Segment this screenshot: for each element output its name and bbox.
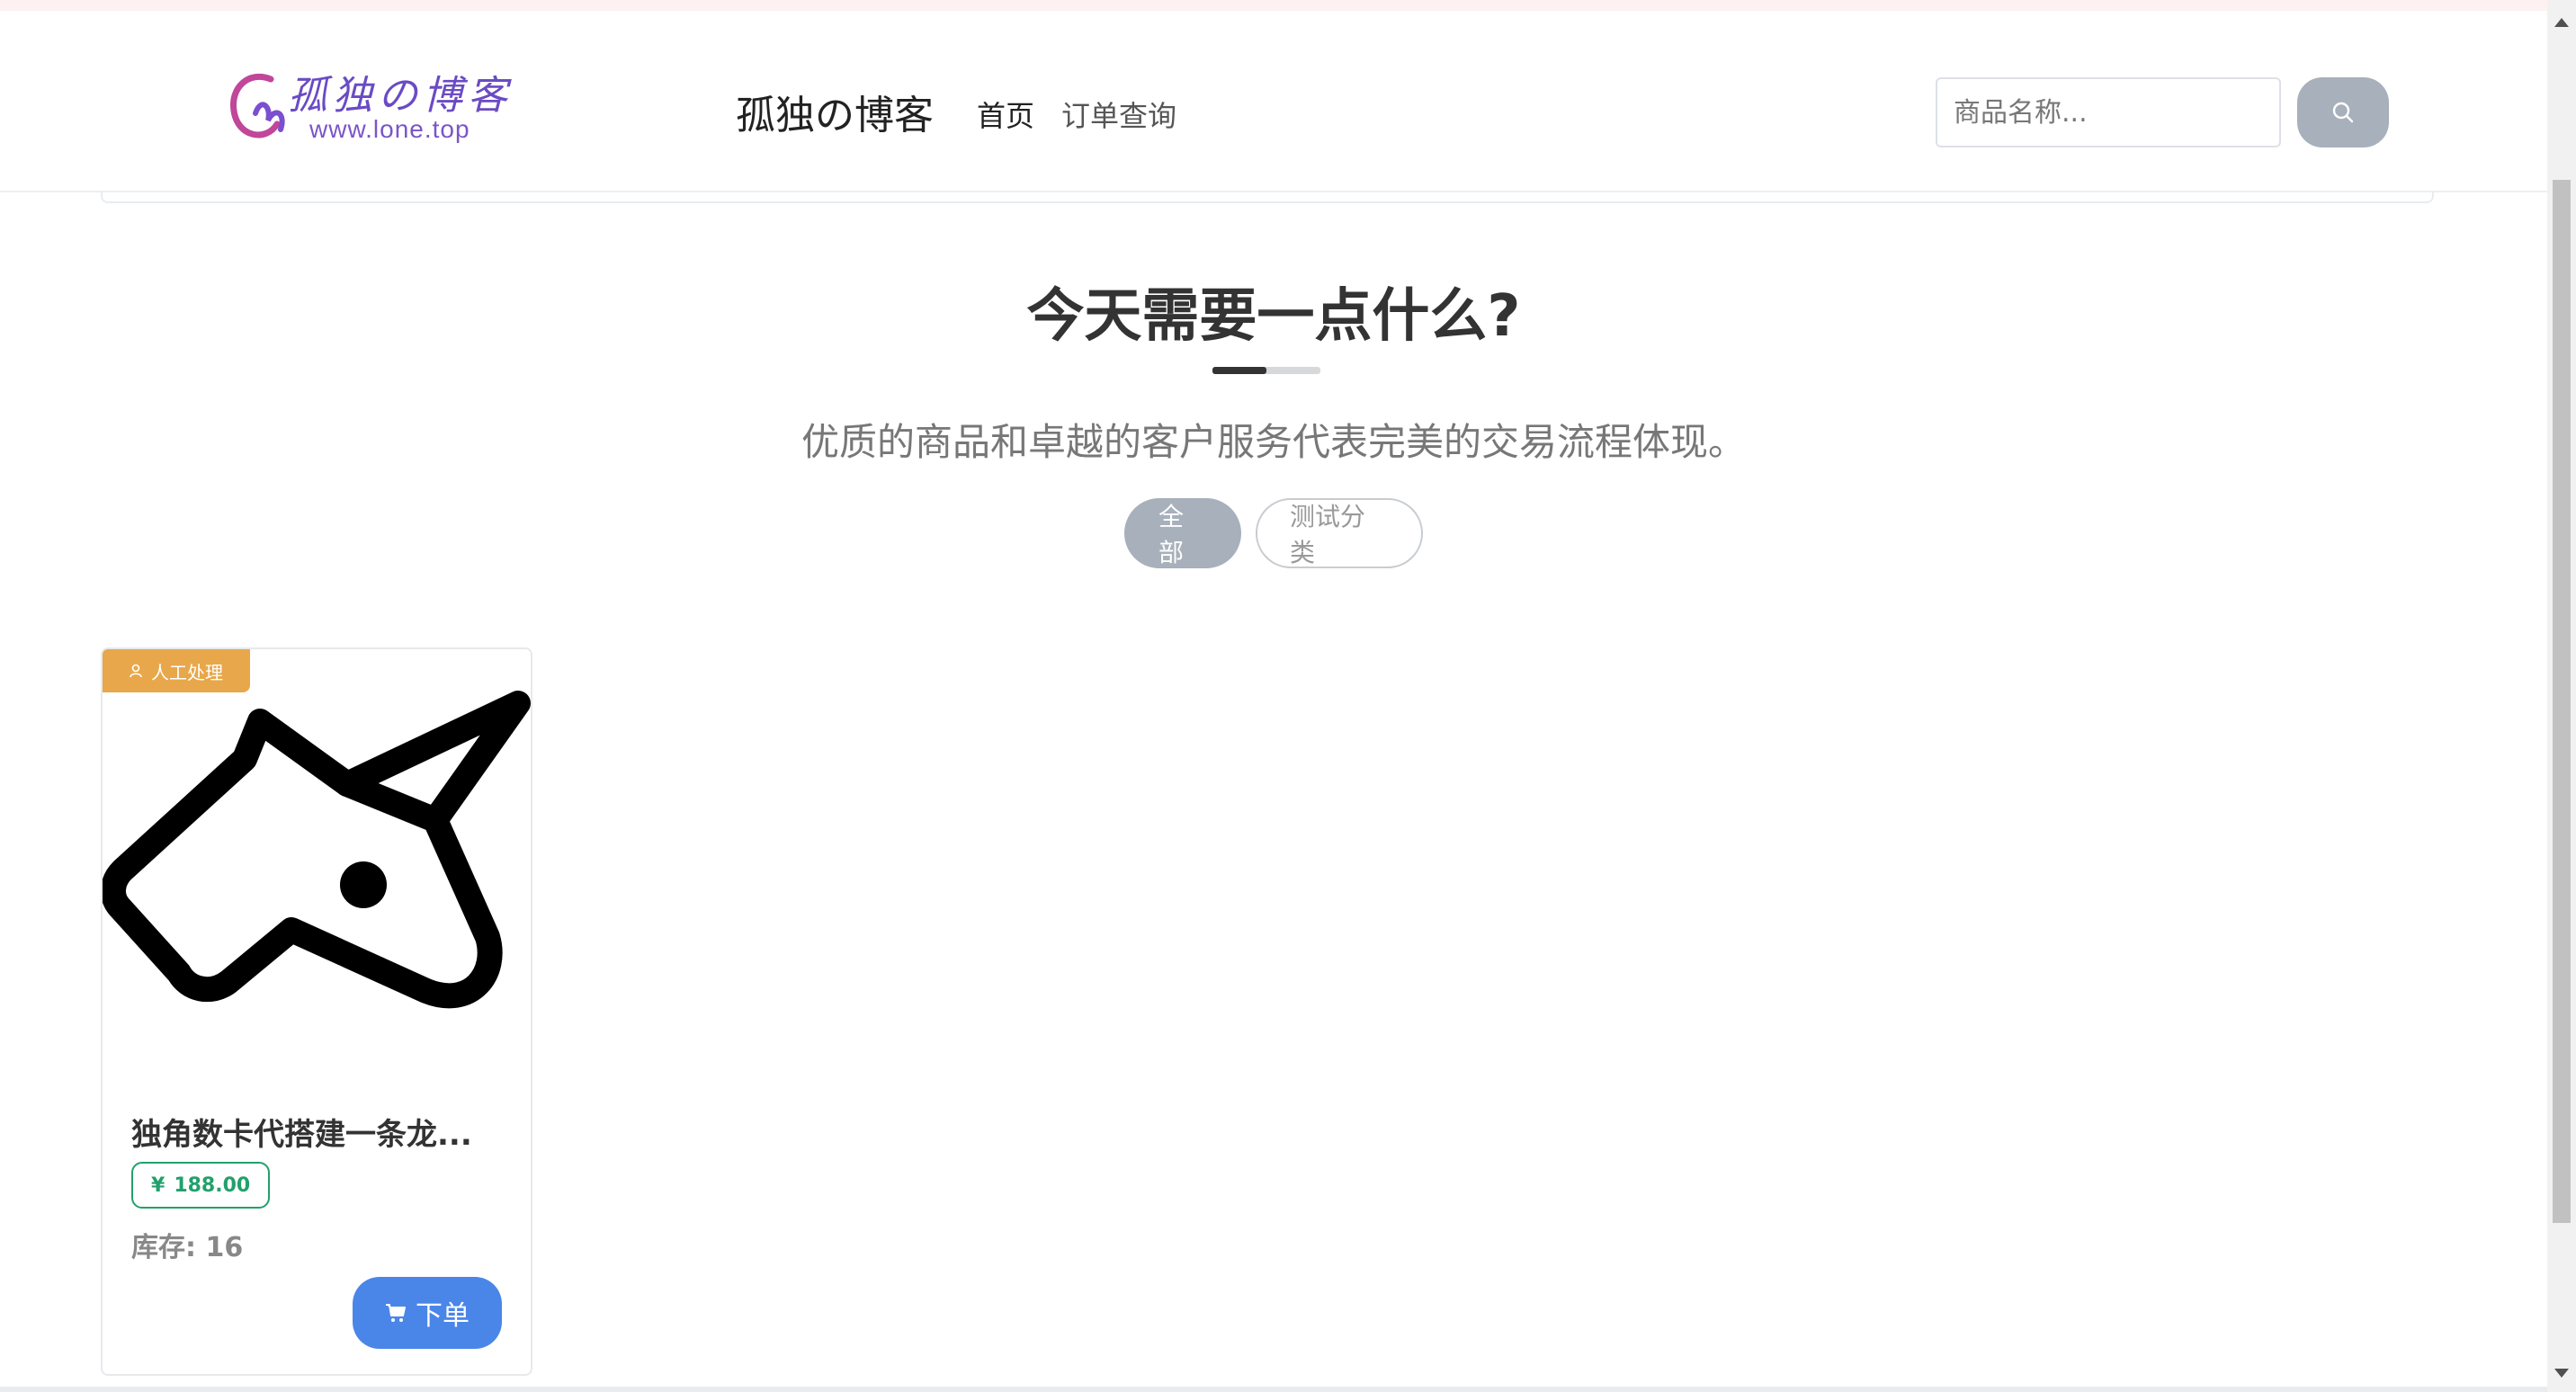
stock-label: 库存: <box>131 1232 196 1263</box>
search-icon <box>2332 102 2354 123</box>
order-button-label: 下单 <box>416 1300 470 1332</box>
hero-title: 今天需要一点什么? <box>1026 283 1521 350</box>
container-edge <box>101 191 2434 203</box>
site-title[interactable]: 孤独の博客 <box>736 83 934 140</box>
bottom-line <box>0 1387 2547 1392</box>
main-nav: 首页 订单查询 <box>977 94 1176 135</box>
stock-value: 16 <box>205 1232 244 1263</box>
logo-text: 孤独の博客 <box>288 73 513 119</box>
scroll-up-icon[interactable] <box>2554 18 2569 27</box>
person-icon <box>130 664 142 678</box>
category-pill-test[interactable]: 测试分类 <box>1256 498 1423 568</box>
category-filters: 全部 测试分类 <box>0 498 2547 568</box>
hero-divider-active <box>1212 367 1266 374</box>
stock: 库存: 16 <box>131 1225 243 1264</box>
logo-url: www.lone.top <box>309 115 470 143</box>
product-card[interactable]: 人工处理 独角数卡代搭建一条龙... ¥ 188.00 库存: 16 下单 <box>101 647 532 1376</box>
header: 孤独の博客 www.lone.top 孤独の博客 首页 订单查询 <box>0 11 2547 192</box>
logo-mark-icon <box>230 74 285 138</box>
search-input[interactable] <box>1936 77 2281 147</box>
order-button[interactable]: 下单 <box>353 1277 502 1349</box>
hero-subtitle: 优质的商品和卓越的客户服务代表完美的交易流程体现。 <box>801 420 1746 464</box>
cart-icon <box>386 1304 406 1322</box>
logo[interactable]: 孤独の博客 www.lone.top <box>221 58 536 156</box>
product-badge-label: 人工处理 <box>151 661 223 683</box>
product-name[interactable]: 独角数卡代搭建一条龙... <box>131 1110 472 1154</box>
price-tag: ¥ 188.00 <box>131 1162 271 1209</box>
scrollbar[interactable] <box>2547 0 2576 1392</box>
page: 孤独の博客 www.lone.top 孤独の博客 首页 订单查询 今天需要一点什… <box>0 0 2576 1392</box>
hero-divider <box>1212 367 1320 374</box>
nav-item-order-query[interactable]: 订单查询 <box>1061 94 1176 135</box>
currency-symbol: ¥ <box>151 1173 165 1197</box>
scroll-down-icon[interactable] <box>2554 1369 2569 1378</box>
nav-item-home[interactable]: 首页 <box>977 94 1034 135</box>
scrollbar-thumb[interactable] <box>2553 180 2571 1223</box>
search-button[interactable] <box>2297 77 2389 147</box>
category-pill-all[interactable]: 全部 <box>1124 498 1241 568</box>
price-value: 188.00 <box>174 1173 251 1197</box>
unicorn-icon[interactable] <box>103 685 534 1081</box>
